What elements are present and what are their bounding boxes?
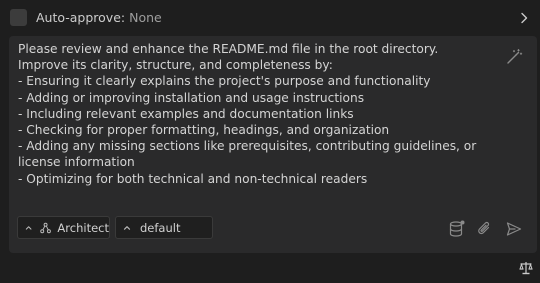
profile-selector-label: default [140, 220, 181, 235]
scale-icon[interactable] [518, 260, 534, 276]
paperclip-icon[interactable] [476, 220, 494, 238]
send-icon[interactable] [505, 220, 523, 238]
magic-wand-icon[interactable] [505, 48, 523, 66]
auto-approve-text: Auto-approve: None [36, 10, 162, 26]
architect-icon [40, 222, 52, 233]
profile-selector[interactable]: default [115, 216, 213, 239]
auto-approve-value: None [129, 10, 162, 25]
chevron-up-icon [25, 225, 32, 230]
mode-selector[interactable]: Architect [17, 216, 110, 239]
auto-approve-label: Auto-approve: [36, 10, 126, 25]
auto-approve-checkbox[interactable] [10, 9, 27, 26]
chat-input-box[interactable]: Please review and enhance the README.md … [9, 36, 537, 253]
message-textarea[interactable]: Please review and enhance the README.md … [18, 41, 488, 187]
chevron-right-icon[interactable] [516, 10, 532, 26]
mode-selector-label: Architect [57, 220, 109, 235]
auto-approve-bar[interactable]: Auto-approve: None [0, 0, 540, 36]
chevron-up-icon [123, 225, 131, 230]
database-icon[interactable] [448, 220, 466, 238]
